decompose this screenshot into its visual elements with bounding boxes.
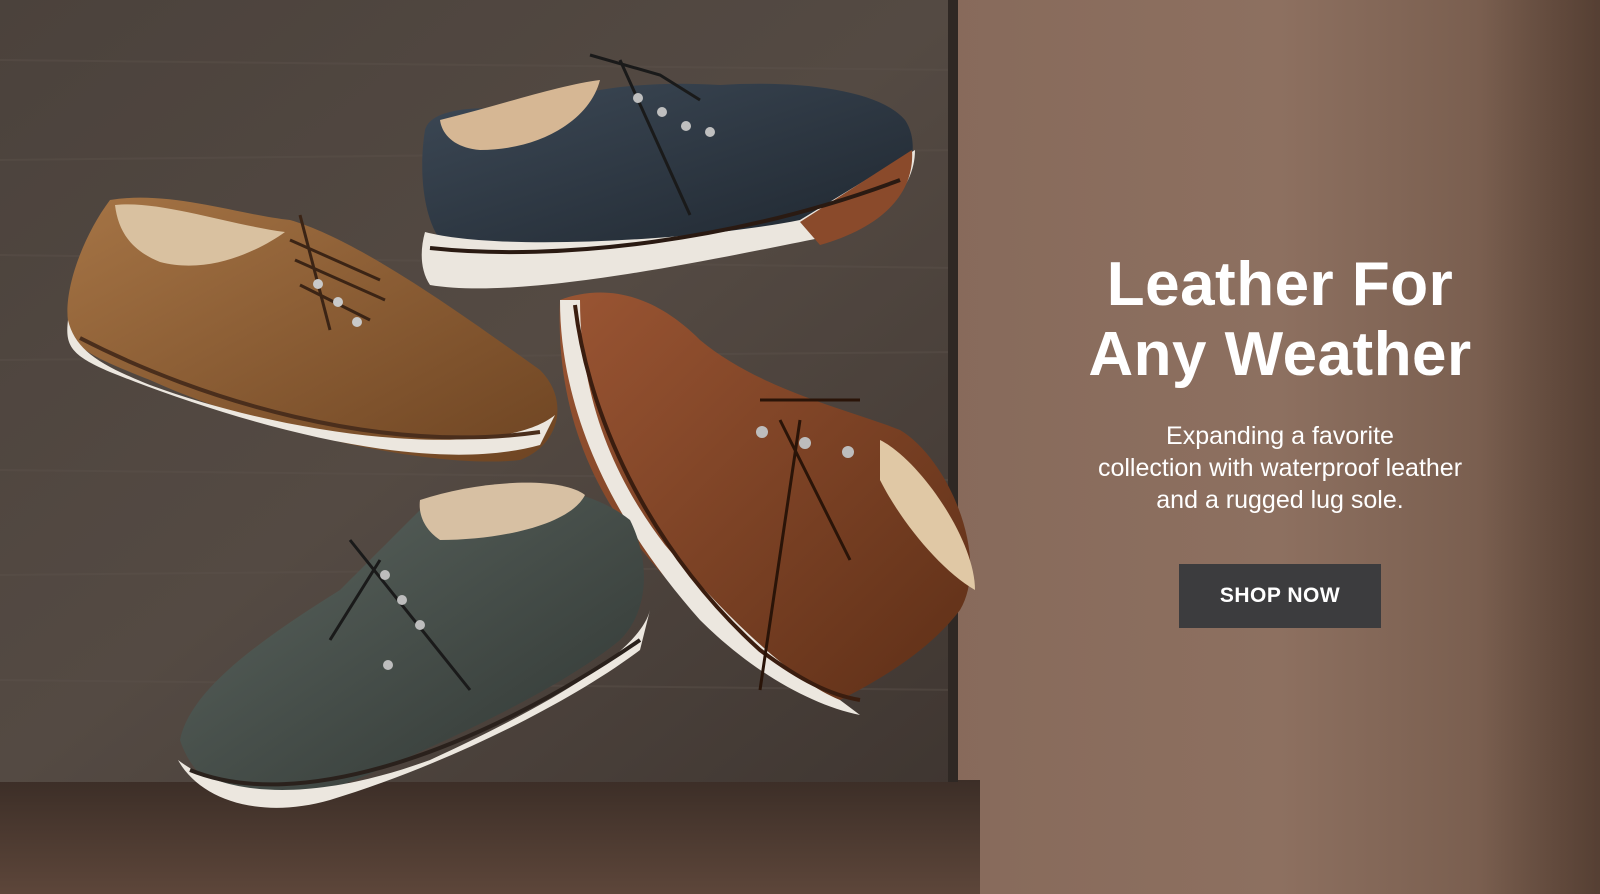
subheadline-line-2: collection with waterproof leather	[1097, 454, 1463, 482]
promo-copy: Leather For Any Weather Expanding a favo…	[1030, 250, 1530, 628]
shoes-illustration	[0, 0, 975, 808]
shop-now-button[interactable]: SHOP NOW	[1179, 564, 1381, 628]
headline: Leather For Any Weather	[1030, 250, 1530, 390]
hero-banner: Leather For Any Weather Expanding a favo…	[0, 0, 1600, 894]
board-edge	[948, 0, 958, 782]
subheadline: Expanding a favorite collection with wat…	[1045, 420, 1515, 516]
subheadline-line-3: and a rugged lug sole.	[1156, 486, 1404, 514]
headline-line-2: Any Weather	[1088, 320, 1472, 389]
subheadline-line-1: Expanding a favorite	[1166, 422, 1394, 450]
headline-line-1: Leather For	[1106, 250, 1454, 319]
product-image[interactable]	[0, 0, 980, 894]
